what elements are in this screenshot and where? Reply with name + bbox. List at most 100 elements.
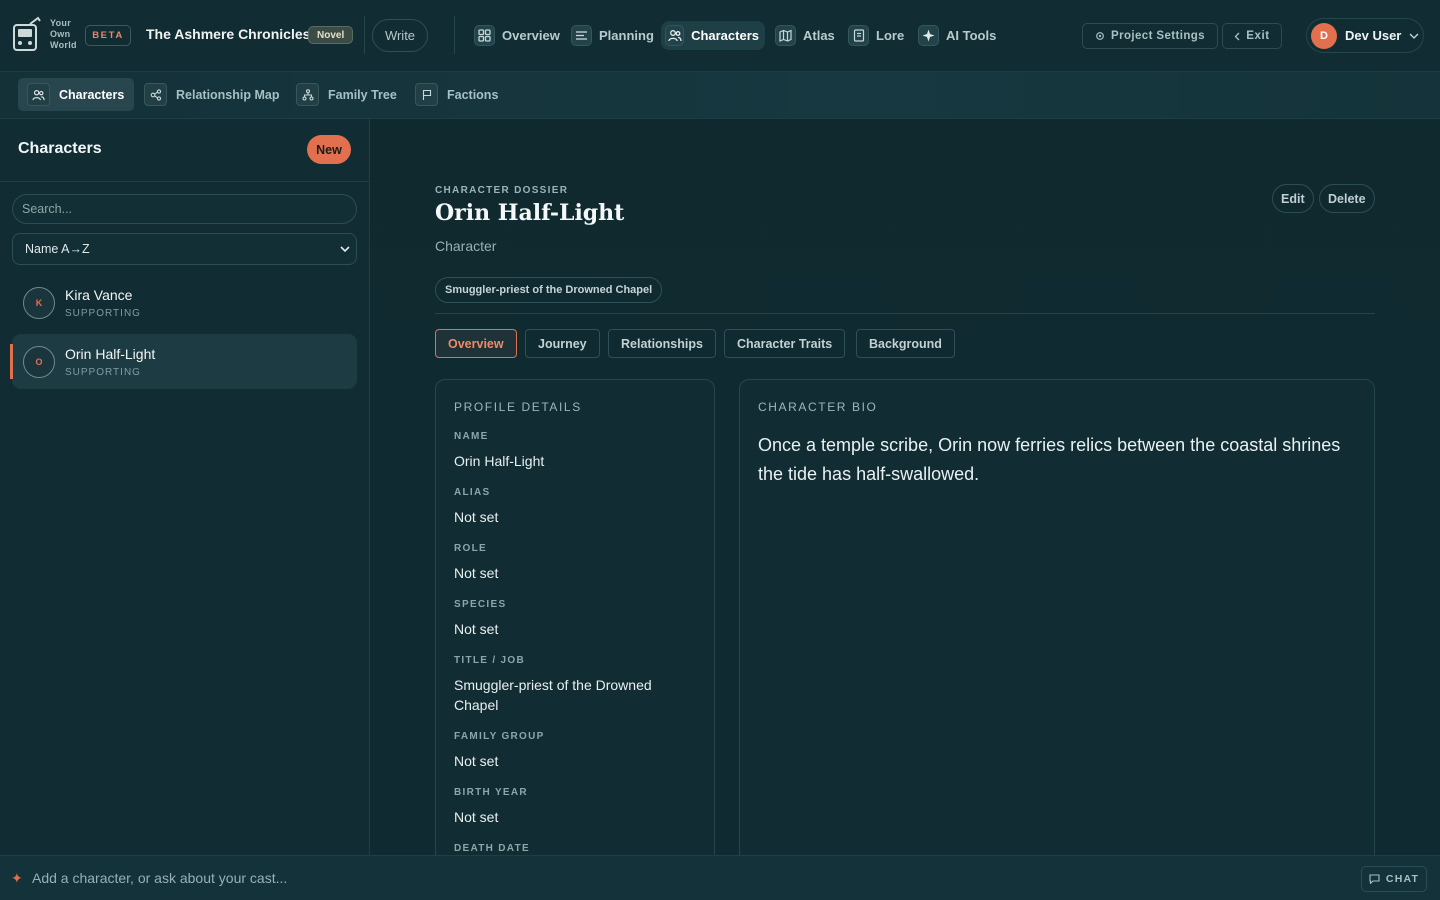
- nav-ai-tools[interactable]: AI Tools: [914, 21, 1002, 50]
- avatar: D: [1311, 22, 1337, 49]
- character-dossier: CHARACTER DOSSIER Orin Half-Light Charac…: [370, 119, 1440, 855]
- bio-text: Once a temple scribe, Orin now ferries r…: [758, 435, 1341, 484]
- nav-atlas[interactable]: Atlas: [771, 21, 841, 50]
- subnav-relationship-map[interactable]: Relationship Map: [135, 78, 289, 111]
- chat-bubble-icon: [1369, 874, 1380, 884]
- character-role: SUPPORTING: [65, 308, 141, 319]
- search-input[interactable]: Search...: [12, 194, 357, 224]
- assistant-input[interactable]: Add a character, or ask about your cast.…: [32, 870, 287, 886]
- subnav-characters[interactable]: Characters: [18, 78, 135, 111]
- map-icon: [775, 25, 796, 46]
- dossier-label: CHARACTER DOSSIER: [435, 185, 569, 196]
- nav-label: Planning: [599, 28, 654, 43]
- chevron-left-icon: [1234, 32, 1240, 41]
- field-value: Not set: [454, 621, 499, 637]
- field-label: ROLE: [454, 543, 487, 554]
- chevron-down-icon: [1409, 33, 1419, 39]
- field-value: Not set: [454, 753, 499, 769]
- nav-planning[interactable]: Planning: [567, 21, 660, 50]
- character-name: Kira Vance: [65, 287, 133, 303]
- tab-relationships[interactable]: Relationships: [608, 329, 716, 358]
- chat-button[interactable]: CHAT: [1361, 866, 1427, 892]
- project-settings-label: Project Settings: [1111, 30, 1205, 42]
- flag-icon: [415, 83, 438, 106]
- divider: [435, 313, 1375, 314]
- nav-lore[interactable]: Lore: [844, 21, 910, 50]
- section-subnav: Characters Relationship Map Family Tree …: [0, 72, 1440, 119]
- top-bar: Your Own World BETA The Ashmere Chronicl…: [0, 0, 1440, 72]
- card-title: CHARACTER BIO: [758, 400, 878, 414]
- nav-label: Overview: [502, 28, 560, 43]
- delete-button[interactable]: Delete: [1319, 184, 1375, 213]
- people-icon: [27, 83, 50, 106]
- field-label: SPECIES: [454, 599, 507, 610]
- subnav-label: Family Tree: [328, 87, 397, 102]
- app-logo-icon[interactable]: [10, 16, 44, 54]
- divider: [364, 16, 365, 54]
- field-value: Not set: [454, 809, 499, 825]
- grid-icon: [474, 25, 495, 46]
- write-button[interactable]: Write: [372, 19, 428, 52]
- tree-icon: [296, 83, 319, 106]
- sparkle-icon: ✦: [11, 870, 23, 886]
- subnav-label: Relationship Map: [176, 87, 280, 102]
- title-chip: Smuggler-priest of the Drowned Chapel: [435, 277, 663, 303]
- project-settings-button[interactable]: Project Settings: [1082, 23, 1218, 49]
- selection-indicator: [10, 344, 13, 379]
- field-value: Not set: [454, 509, 499, 525]
- entity-type: Character: [435, 238, 497, 254]
- card-title: PROFILE DETAILS: [454, 400, 582, 414]
- new-character-button[interactable]: New: [307, 135, 351, 164]
- character-role: SUPPORTING: [65, 367, 141, 378]
- character-sidebar: Characters New Search... Name A→Z K Kira…: [0, 119, 370, 855]
- exit-label: Exit: [1246, 30, 1270, 42]
- field-label: FAMILY GROUP: [454, 731, 545, 742]
- tab-character-traits[interactable]: Character Traits: [724, 329, 846, 358]
- character-bio-card: CHARACTER BIO Once a temple scribe, Orin…: [739, 379, 1375, 855]
- assistant-bar: ✦ Add a character, or ask about your cas…: [0, 855, 1440, 900]
- avatar: K: [23, 287, 55, 319]
- field-value: Orin Half-Light: [454, 453, 545, 469]
- sidebar-title: Characters: [18, 140, 102, 157]
- nav-label: AI Tools: [946, 28, 997, 43]
- tab-overview[interactable]: Overview: [435, 329, 517, 358]
- project-title[interactable]: The Ashmere Chronicles: [146, 26, 310, 42]
- nav-label: Lore: [876, 28, 905, 43]
- user-name: Dev User: [1345, 28, 1402, 43]
- page-title: Orin Half-Light: [435, 200, 625, 226]
- nav-characters[interactable]: Characters: [661, 21, 765, 50]
- field-label: BIRTH YEAR: [454, 787, 528, 798]
- tab-journey[interactable]: Journey: [525, 329, 600, 358]
- beta-badge: BETA: [85, 25, 131, 46]
- gear-icon: [1095, 31, 1105, 41]
- character-list-item[interactable]: K Kira Vance SUPPORTING: [12, 275, 357, 330]
- sort-select[interactable]: Name A→Z: [12, 233, 357, 265]
- subnav-family-tree[interactable]: Family Tree: [287, 78, 407, 111]
- subnav-factions[interactable]: Factions: [406, 78, 508, 111]
- field-label: ALIAS: [454, 487, 491, 498]
- exit-button[interactable]: Exit: [1222, 23, 1282, 49]
- network-icon: [144, 83, 167, 106]
- subnav-label: Factions: [447, 87, 499, 102]
- sparkle-icon: [918, 25, 939, 46]
- nav-label: Characters: [691, 28, 759, 43]
- field-value: Smuggler-priest of the Drowned Chapel: [454, 677, 652, 713]
- nav-overview[interactable]: Overview: [470, 21, 566, 50]
- avatar: O: [23, 346, 55, 378]
- user-menu[interactable]: D Dev User: [1306, 18, 1424, 53]
- nav-label: Atlas: [803, 28, 835, 43]
- chat-label: CHAT: [1385, 873, 1420, 885]
- project-type-badge: Novel: [308, 26, 354, 44]
- edit-button[interactable]: Edit: [1272, 184, 1314, 213]
- character-list-item[interactable]: O Orin Half-Light SUPPORTING: [10, 334, 357, 389]
- chevron-down-icon: [340, 246, 350, 252]
- field-label: DEATH DATE: [454, 843, 530, 854]
- list-icon: [571, 25, 592, 46]
- sort-value: Name A→Z: [25, 242, 90, 256]
- field-label: NAME: [454, 431, 489, 442]
- field-label: TITLE / JOB: [454, 655, 525, 666]
- tab-background[interactable]: Background: [856, 329, 955, 358]
- subnav-label: Characters: [59, 87, 125, 102]
- book-icon: [848, 25, 869, 46]
- sidebar-header: Characters New: [0, 119, 369, 182]
